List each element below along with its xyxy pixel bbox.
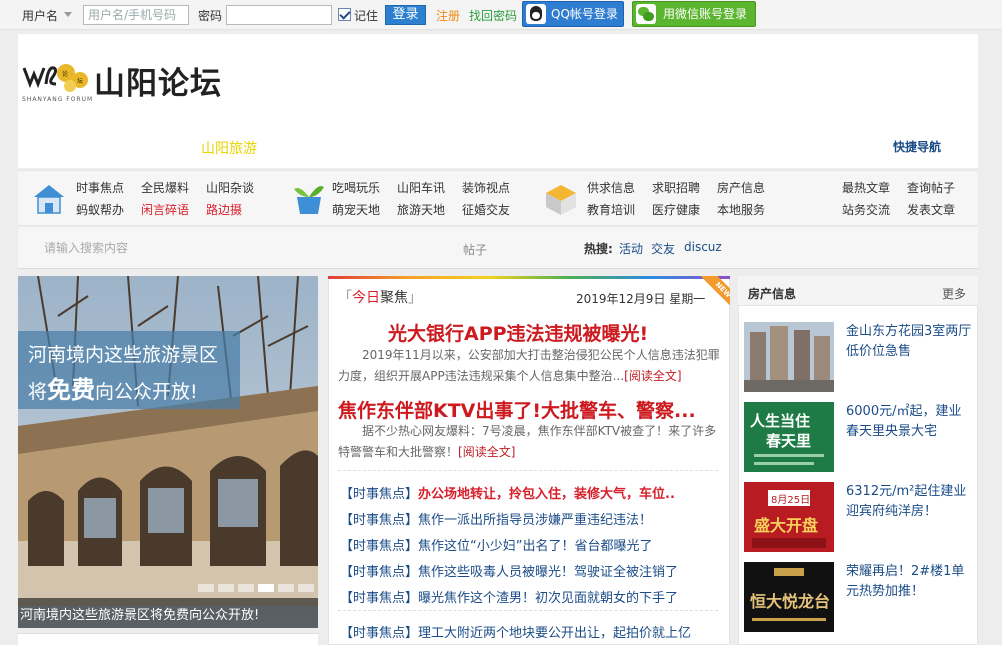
hot-word-discuz[interactable]: discuz — [684, 240, 722, 254]
nav-item-decoration[interactable]: 装饰视点 — [462, 179, 510, 196]
read-more-link-1[interactable]: [阅读全文] — [624, 369, 681, 383]
hot-word-dating[interactable]: 交友 — [651, 240, 675, 257]
slide-dot[interactable] — [238, 584, 254, 592]
news-list-item[interactable]: 【时事焦点】理工大附近两个地块要公开出让，起拍价就上亿 — [340, 622, 720, 641]
news-list-item[interactable]: 【时事焦点】办公场地转让，拎包入住，装修大气，车位.. — [340, 483, 720, 502]
news-divider — [338, 610, 718, 611]
nav-item-current-affairs[interactable]: 时事焦点 — [76, 179, 124, 196]
property-more-link[interactable]: 更多 — [942, 285, 966, 302]
nav-item-pets[interactable]: 萌宠天地 — [332, 201, 380, 218]
username-label: 用户名 — [22, 9, 59, 23]
logo-subtitle: SHANYANG FORUM — [22, 96, 94, 103]
quick-nav-link[interactable]: 快捷导航 — [893, 138, 941, 155]
nav-item-post-article[interactable]: 发表文章 — [907, 201, 955, 218]
news-list-item[interactable]: 【时事焦点】焦作一派出所指导员涉嫌严重违纪违法！ — [340, 509, 720, 528]
remember-label: 记住 — [354, 9, 379, 23]
nav-item-education[interactable]: 教育培训 — [587, 201, 635, 218]
recover-password-link[interactable]: 找回密码 — [469, 7, 517, 24]
tour-link[interactable]: 山阳旅游 — [201, 138, 257, 158]
property-item-3[interactable]: 6312元/m²起住建业迎宾府纯洋房！ — [846, 482, 972, 522]
banner-photo — [18, 276, 318, 628]
news-date: 2019年12月9日 星期一 — [576, 292, 706, 306]
main-nav: 时事焦点 全民爆料 山阳杂谈 蚂蚁帮办 闲言碎语 路边摄 吃喝玩乐 山阳车讯 装… — [18, 170, 978, 226]
qq-icon — [526, 4, 546, 24]
banner-footer-strip — [18, 633, 318, 645]
nav-item-car-news[interactable]: 山阳车讯 — [397, 179, 445, 196]
login-button[interactable]: 登录 — [385, 5, 426, 25]
username-input[interactable] — [83, 5, 189, 25]
news-list-item[interactable]: 【时事焦点】曝光焦作这个渣男！初次见面就朝女的下手了 — [340, 587, 720, 606]
property-thumb[interactable]: 人生当住 春天里 — [744, 402, 834, 472]
box-icon — [546, 185, 576, 215]
svg-text:论: 论 — [62, 70, 68, 78]
news-list-item[interactable]: 【时事焦点】焦作这位“小少妇”出名了！省台都曝光了 — [340, 535, 720, 554]
banner-caption-line2: 将免费向公众开放! — [28, 376, 198, 404]
register-link[interactable]: 注册 — [436, 7, 460, 24]
qq-login-label: QQ帐号登录 — [551, 7, 618, 21]
site-header: 论 坛 山阳论坛 SHANYANG FORUM 山阳旅游 快捷导航 — [18, 34, 978, 168]
summary-2: 据不少热心网友爆料：7号凌晨，焦作东伴部KTV被查了！来了许多特警警车和大批警察… — [338, 424, 717, 459]
banner-caption-line1: 河南境内这些旅游景区 — [28, 344, 219, 366]
nav-item-citizen-reports[interactable]: 全民爆料 — [141, 179, 189, 196]
nav-item-hot-articles[interactable]: 最热文章 — [842, 179, 890, 196]
nav-item-food-fun[interactable]: 吃喝玩乐 — [332, 179, 380, 196]
qq-login-button[interactable]: QQ帐号登录 — [522, 1, 624, 27]
nav-item-health[interactable]: 医疗健康 — [652, 201, 700, 218]
read-more-link-2[interactable]: [阅读全文] — [458, 445, 515, 459]
property-thumb[interactable] — [744, 322, 834, 392]
property-item-1[interactable]: 金山东方花园3室两厅低价位急售 — [846, 322, 972, 362]
property-panel-title: 房产信息 — [748, 287, 797, 301]
slide-dot[interactable] — [198, 584, 214, 592]
property-item-2[interactable]: 6000元/㎡起，建业春天里央景大宅 — [846, 402, 972, 442]
banner-bottom-caption[interactable]: 河南境内这些旅游景区将免费向公众开放! — [20, 604, 259, 623]
house-icon — [34, 185, 64, 214]
nav-item-dating[interactable]: 征婚交友 — [462, 201, 510, 218]
property-thumb[interactable]: 8月25日 盛大开盘 — [744, 482, 834, 552]
search-input[interactable] — [44, 237, 454, 259]
nav-item-supply-demand[interactable]: 供求信息 — [587, 179, 635, 196]
nav-item-shanyang-talk[interactable]: 山阳杂谈 — [206, 179, 254, 196]
nav-item-real-estate[interactable]: 房产信息 — [717, 179, 765, 196]
news-list-item[interactable]: 【时事焦点】焦作这些吸毒人员被曝光！驾驶证全被注销了 — [340, 561, 720, 580]
nav-item-travel[interactable]: 旅游天地 — [397, 201, 445, 218]
summary-1: 2019年11月以来，公安部加大打击整治侵犯公民个人信息违法犯罪力度，组织开展A… — [338, 348, 720, 383]
slide-dot[interactable] — [298, 584, 314, 592]
svg-text:坛: 坛 — [77, 77, 83, 85]
nav-item-search-posts[interactable]: 查询帖子 — [907, 179, 955, 196]
password-input[interactable] — [226, 5, 332, 25]
login-bar: 用户名 密码 记住 登录 注册 找回密码 QQ帐号登录 用微信账号登录 — [0, 0, 1002, 30]
nav-item-jobs[interactable]: 求职招聘 — [652, 179, 700, 196]
property-item-4[interactable]: 荣耀再启！2#楼1单元热势加推！ — [846, 562, 972, 602]
slide-dot-active[interactable] — [258, 584, 274, 592]
property-thumb[interactable]: 恒大悦龙台 — [744, 562, 834, 632]
wechat-icon — [636, 4, 656, 24]
hot-search-label: 热搜: — [584, 242, 613, 256]
news-panel-topline — [328, 276, 730, 279]
banner-slideshow[interactable]: 河南境内这些旅游景区 将免费向公众开放! — [18, 276, 318, 628]
nav-item-site-affairs[interactable]: 站务交流 — [842, 201, 890, 218]
search-type-select[interactable]: 帖子 — [463, 241, 487, 258]
nav-item-ant-help[interactable]: 蚂蚁帮办 — [76, 201, 124, 218]
username-type-dropdown-icon[interactable] — [64, 12, 72, 17]
nav-item-local-services[interactable]: 本地服务 — [717, 201, 765, 218]
today-focus-tag: 「今日聚焦」 — [338, 290, 422, 306]
password-label: 密码 — [198, 9, 223, 23]
slide-dot[interactable] — [278, 584, 294, 592]
headline-1[interactable]: 光大银行APP违法违规被曝光! — [388, 319, 648, 346]
nav-item-gossip[interactable]: 闲言碎语 — [141, 201, 189, 218]
nav-item-street-photo[interactable]: 路边摄 — [206, 201, 242, 218]
hot-word-activity[interactable]: 活动 — [619, 240, 643, 257]
slide-dot[interactable] — [218, 584, 234, 592]
remember-checkbox[interactable] — [338, 8, 351, 21]
headline-2[interactable]: 焦作东伴部KTV出事了!大批警车、警察... — [338, 396, 696, 423]
news-divider — [338, 470, 718, 471]
wechat-login-button[interactable]: 用微信账号登录 — [632, 1, 756, 27]
site-logo-icon[interactable]: 论 坛 — [22, 58, 90, 96]
plant-pot-icon — [294, 186, 324, 214]
site-title[interactable]: 山阳论坛 — [94, 58, 222, 103]
wechat-login-label: 用微信账号登录 — [663, 7, 748, 21]
search-bar: 帖子 热搜: 活动 交友 discuz — [18, 227, 978, 269]
